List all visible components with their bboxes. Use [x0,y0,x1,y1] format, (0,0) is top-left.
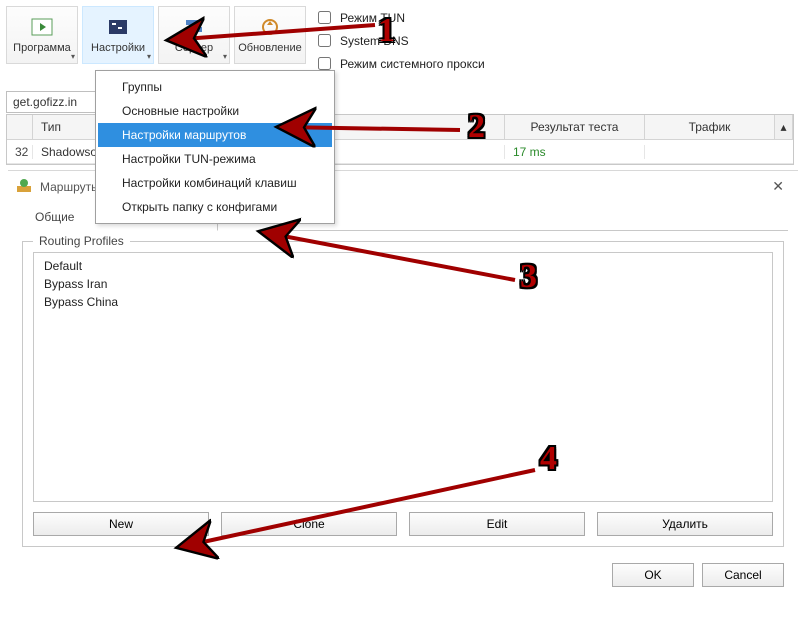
close-icon[interactable]: ✕ [766,178,790,195]
annotation-4: 4 [540,440,557,478]
annotation-1: 1 [378,12,395,50]
chevron-down-icon: ▾ [223,52,227,61]
menu-route-settings[interactable]: Настройки маршрутов [98,123,332,147]
routes-title: Маршруты [40,180,100,194]
edit-button[interactable]: Edit [409,512,585,536]
sysproxy-checkbox-input[interactable] [318,57,331,70]
menu-main-settings[interactable]: Основные настройки [98,99,332,123]
new-button[interactable]: New [33,512,209,536]
program-button[interactable]: Программа ▾ [6,6,78,64]
settings-icon [105,16,131,38]
tun-checkbox-input[interactable] [318,11,331,24]
update-icon [257,16,283,38]
profiles-listbox[interactable]: Default Bypass Iran Bypass China [33,252,773,502]
menu-groups[interactable]: Группы [98,75,332,99]
system-dns-checkbox[interactable]: System DNS [314,31,485,50]
update-label: Обновление [238,42,302,54]
main-toolbar: Программа ▾ Настройки ▾ Сервер ▾ Обновле… [0,0,800,73]
server-button[interactable]: Сервер ▾ [158,6,230,64]
routes-icon [16,177,32,196]
profile-bypass-china[interactable]: Bypass China [34,293,772,311]
menu-tun-settings[interactable]: Настройки TUN-режима [98,147,332,171]
mode-checkboxes: Режим TUN System DNS Режим системного пр… [314,6,485,73]
col-traffic[interactable]: Трафик [645,115,775,139]
profile-default[interactable]: Default [34,257,772,275]
col-num[interactable] [7,115,33,139]
system-proxy-checkbox[interactable]: Режим системного прокси [314,54,485,73]
delete-button[interactable]: Удалить [597,512,773,536]
program-icon [29,16,55,38]
settings-dropdown: Группы Основные настройки Настройки марш… [95,70,335,224]
scroll-up-icon[interactable]: ▴ [775,115,793,139]
settings-button[interactable]: Настройки ▾ [82,6,154,64]
col-test[interactable]: Результат теста [505,115,645,139]
profile-buttons: New Clone Edit Удалить [33,512,773,536]
program-label: Программа [13,42,71,54]
settings-label: Настройки [91,42,145,54]
sysdns-label: System DNS [340,34,409,48]
server-label: Сервер [175,42,213,54]
menu-hotkey-settings[interactable]: Настройки комбинаций клавиш [98,171,332,195]
cell-num: 32 [7,145,33,159]
update-button[interactable]: Обновление [234,6,306,64]
chevron-down-icon: ▾ [147,52,151,61]
dialog-buttons: OK Cancel [8,555,798,597]
routing-profiles-group: Routing Profiles Default Bypass Iran Byp… [22,241,784,547]
sysproxy-label: Режим системного прокси [340,57,485,71]
tun-label: Режим TUN [340,11,405,25]
routes-window: Маршруты ✕ Общие Hijack DNS Route Routin… [8,170,798,640]
cancel-button[interactable]: Cancel [702,563,784,587]
tun-mode-checkbox[interactable]: Режим TUN [314,8,485,27]
group-legend: Routing Profiles [33,234,130,248]
server-icon [181,16,207,38]
ok-button[interactable]: OK [612,563,694,587]
annotation-3: 3 [520,258,537,296]
chevron-down-icon: ▾ [71,52,75,61]
profile-bypass-iran[interactable]: Bypass Iran [34,275,772,293]
clone-button[interactable]: Clone [221,512,397,536]
sysdns-checkbox-input[interactable] [318,34,331,47]
annotation-2: 2 [468,108,485,146]
menu-open-config-folder[interactable]: Открыть папку с конфигами [98,195,332,219]
tab-general[interactable]: Общие [18,203,91,231]
address-text: get.gofizz.in [13,95,77,109]
cell-test: 17 ms [505,145,645,159]
